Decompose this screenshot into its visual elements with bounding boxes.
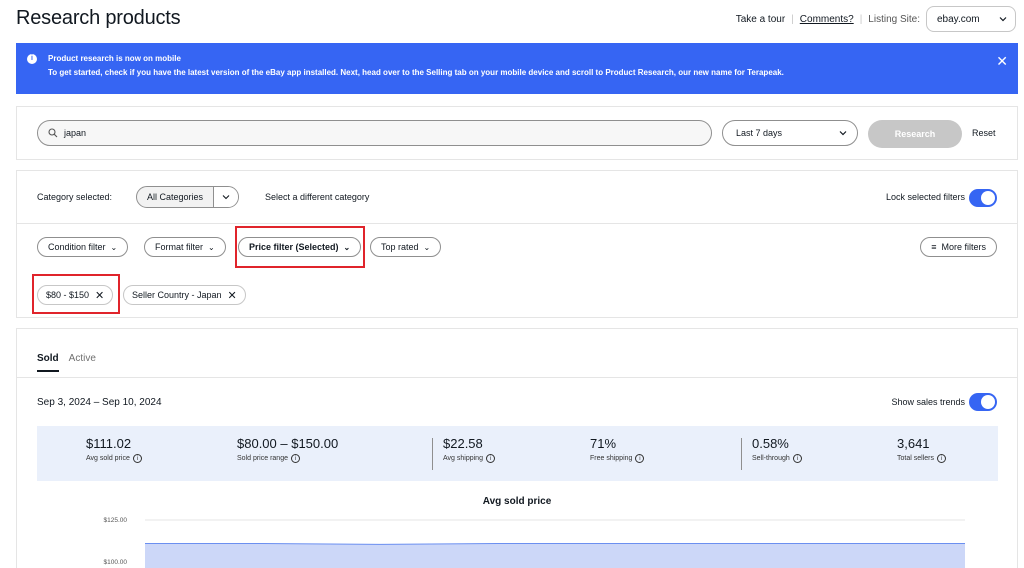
stat-label: Total sellers: [897, 455, 934, 462]
stat-value: 0.58%: [752, 436, 789, 451]
search-input[interactable]: japan: [37, 120, 712, 146]
info-icon[interactable]: i: [290, 454, 300, 463]
info-icon[interactable]: i: [936, 454, 946, 463]
chevron-down-icon: [999, 17, 1007, 22]
stat-value: 71%: [590, 436, 617, 451]
take-tour-link[interactable]: Take a tour: [736, 14, 785, 25]
lock-filters-label: Lock selected filters: [885, 192, 965, 202]
menu-icon: ≡: [931, 242, 937, 252]
format-filter-button[interactable]: Format filter ⌄: [144, 237, 226, 257]
top-rated-button[interactable]: Top rated ⌄: [370, 237, 442, 257]
stat-value: $111.02: [86, 436, 132, 451]
search-query: japan: [64, 128, 87, 138]
stat-label: Free shipping: [590, 455, 633, 462]
more-filters-label: More filters: [941, 242, 986, 252]
sales-trends-label: Show sales trends: [891, 397, 965, 407]
close-icon[interactable]: ✕: [228, 289, 237, 302]
tab-sold[interactable]: Sold: [37, 353, 59, 372]
info-icon[interactable]: i: [792, 454, 802, 463]
sales-trends-toggle[interactable]: [969, 393, 997, 411]
stat-label: Avg shipping: [443, 455, 483, 462]
lock-filters-toggle[interactable]: [969, 189, 997, 207]
chevron-down-icon: ⌄: [423, 242, 431, 252]
comments-link[interactable]: Comments?: [800, 14, 854, 25]
top-rated-label: Top rated: [381, 242, 419, 252]
tab-active[interactable]: Active: [69, 353, 96, 372]
info-icon[interactable]: i: [132, 454, 142, 463]
info-icon: i: [27, 54, 37, 64]
separator: |: [791, 13, 794, 25]
chart-title: Avg sold price: [482, 496, 552, 507]
chevron-down-icon: ⌄: [110, 242, 118, 252]
chevron-down-icon: ⌄: [208, 242, 215, 252]
y-tick-label: $100.00: [104, 559, 128, 566]
chevron-down-icon: ⌄: [343, 242, 351, 252]
category-label: Category selected:: [37, 192, 113, 202]
divider: [741, 438, 742, 470]
banner-text: To get started, check if you have the la…: [48, 68, 784, 77]
stat-label: Sold price range: [237, 455, 288, 462]
stat-label: Sell-through: [752, 455, 790, 462]
listing-site-value: ebay.com: [937, 13, 980, 25]
separator: |: [859, 13, 863, 25]
results-panel: Sold Active Sep 3, 2024 – Sep 10, 2024 S…: [16, 328, 1018, 568]
results-tabs: Sold Active: [37, 353, 106, 372]
listing-site-label: Listing Site:: [868, 13, 920, 25]
page-title: Research products: [16, 7, 181, 29]
filter-pills-row: Condition filter ⌄ Format filter ⌄ Price f…: [17, 224, 1017, 272]
close-icon[interactable]: ✕: [95, 289, 104, 302]
info-icon[interactable]: i: [635, 454, 645, 463]
category-row: Category selected: All Categories Select…: [17, 171, 1017, 224]
search-icon: [48, 128, 58, 138]
stat-free-shipping: 71% Free shipping i: [590, 436, 645, 463]
chevron-down-icon[interactable]: [214, 187, 239, 207]
stat-sell-through: 0.58% Sell-through i: [752, 436, 802, 463]
avg-sold-price-area: [145, 543, 965, 568]
price-chip[interactable]: $80 - $150 ✕: [37, 285, 114, 305]
stat-avg-shipping: $22.58 Avg shipping i: [443, 436, 495, 463]
divider: [432, 438, 433, 470]
stats-bar: $111.02 Avg sold price i $80.00 – $150.00…: [37, 426, 998, 481]
chevron-down-icon: [839, 131, 847, 136]
category-select[interactable]: All Categories: [136, 186, 240, 208]
selected-filters-row: $80 - $150 ✕ Seller Country - Japan ✕: [17, 272, 1017, 318]
price-chip-label: $80 - $150: [46, 290, 90, 300]
category-value[interactable]: All Categories: [137, 187, 215, 207]
header-actions: Take a tour | Comments? | Listing Site: …: [736, 6, 1016, 32]
stat-total-sellers: 3,641 Total sellers i: [897, 436, 946, 463]
stat-value: $80.00 – $150.00: [237, 436, 339, 451]
seller-country-chip[interactable]: Seller Country - Japan ✕: [123, 285, 246, 305]
stat-value: 3,641: [897, 436, 930, 451]
toggle-knob: [981, 191, 995, 205]
toggle-knob: [981, 395, 995, 409]
select-category-link[interactable]: Select a different category: [265, 192, 369, 202]
price-filter-button[interactable]: Price filter (Selected) ⌄: [238, 237, 362, 257]
stat-value: $22.58: [443, 436, 483, 451]
reset-button[interactable]: Reset: [972, 128, 996, 138]
avg-sold-price-chart: $125.00 $100.00: [104, 517, 965, 568]
y-tick-label: $125.00: [104, 517, 128, 524]
format-filter-label: Format filter: [155, 242, 204, 252]
seller-country-chip-label: Seller Country - Japan: [132, 290, 222, 300]
search-panel: japan Last 7 days Research Reset: [16, 106, 1018, 160]
price-filter-label: Price filter (Selected): [249, 242, 339, 252]
page-header: Research products Take a tour | Comments…: [0, 0, 1024, 40]
info-icon[interactable]: i: [485, 454, 495, 463]
banner-title: Product research is now on mobile: [48, 54, 181, 63]
date-range-select[interactable]: Last 7 days: [722, 120, 858, 146]
filter-panel: Category selected: All Categories Select…: [16, 170, 1018, 318]
close-icon[interactable]: ✕: [996, 53, 1008, 70]
divider: [17, 377, 1017, 378]
stat-sold-price-range: $80.00 – $150.00 Sold price range i: [237, 436, 338, 463]
stat-avg-sold-price: $111.02 Avg sold price i: [86, 436, 142, 463]
stat-label: Avg sold price: [86, 455, 130, 462]
date-range-value: Last 7 days: [736, 128, 783, 138]
listing-site-select[interactable]: ebay.com: [926, 6, 1016, 32]
condition-filter-button[interactable]: Condition filter ⌄: [37, 237, 129, 257]
mobile-banner: i Product research is now on mobile To g…: [16, 43, 1018, 94]
condition-filter-label: Condition filter: [48, 242, 106, 252]
research-button[interactable]: Research: [868, 120, 962, 148]
results-date-range: Sep 3, 2024 – Sep 10, 2024: [37, 397, 162, 408]
more-filters-button[interactable]: ≡ More filters: [920, 237, 997, 257]
